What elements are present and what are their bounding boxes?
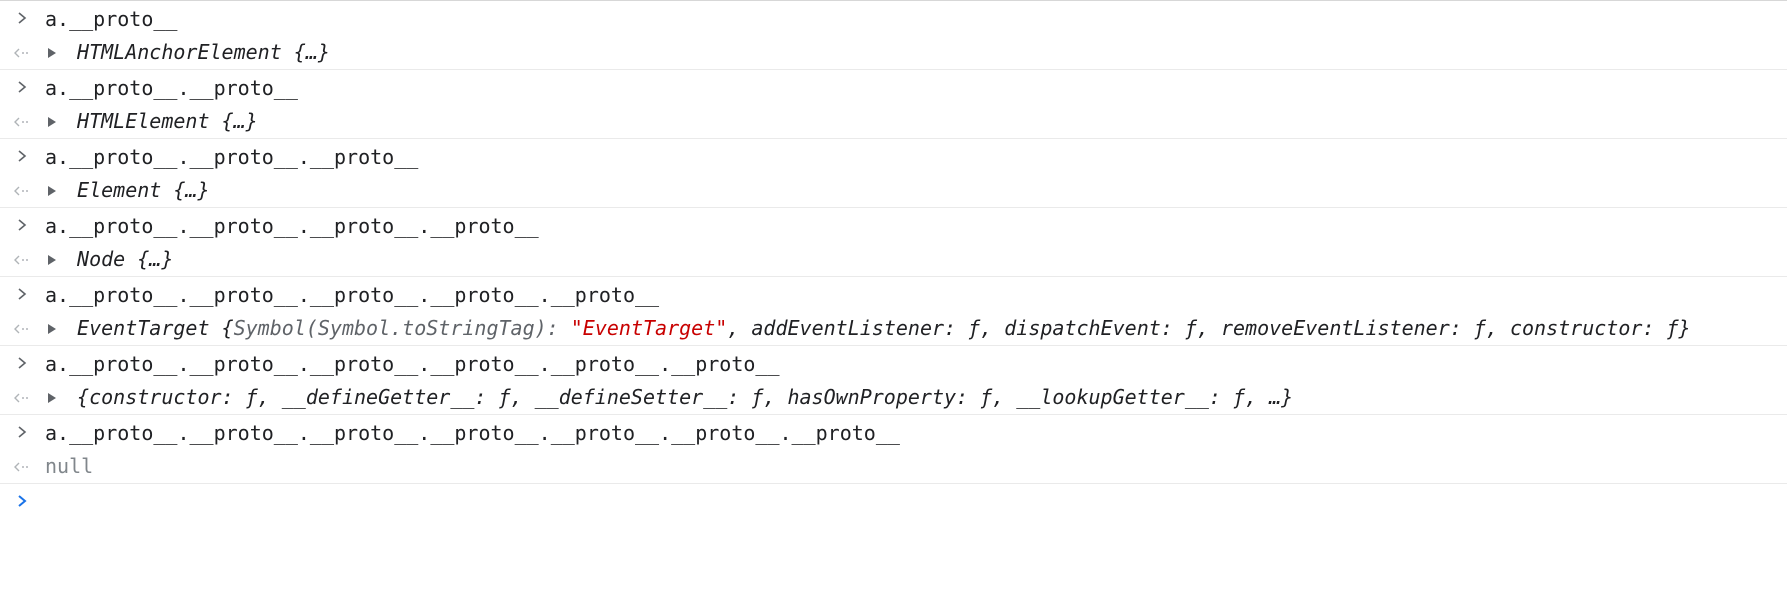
object-string-value: "EventTarget": [570, 316, 728, 340]
console-command: a.__proto__.__proto__: [45, 76, 298, 100]
console-result-line[interactable]: HTMLAnchorElement {…}: [0, 36, 1787, 69]
return-arrow-icon: [12, 450, 30, 483]
chevron-right-icon: [14, 208, 30, 241]
object-name: HTMLAnchorElement: [77, 40, 282, 64]
console-entry: a.__proto__.__proto__.__proto__ Element …: [0, 139, 1787, 208]
object-rest: , addEventListener: ƒ, dispatchEvent: ƒ,…: [727, 316, 1691, 340]
object-preview[interactable]: Element {…}: [77, 178, 209, 202]
chevron-right-icon: [14, 346, 30, 379]
object-preview[interactable]: Node {…}: [77, 247, 173, 271]
return-arrow-icon: [12, 105, 30, 138]
console-command: a.__proto__.__proto__.__proto__.__proto_…: [45, 283, 660, 307]
return-arrow-icon: [12, 36, 30, 69]
console-result-line[interactable]: HTMLElement {…}: [0, 105, 1787, 138]
object-name: EventTarget: [77, 316, 210, 340]
console-input-line: a.__proto__.__proto__.__proto__: [0, 139, 1787, 174]
object-name: Node: [77, 247, 126, 271]
console-command: a.__proto__.__proto__.__proto__.__proto_…: [45, 352, 780, 376]
console-command: a.__proto__: [45, 7, 178, 31]
console-input-line: a.__proto__.__proto__.__proto__.__proto_…: [0, 208, 1787, 243]
console-input-line: a.__proto__.__proto__.__proto__.__proto_…: [0, 415, 1787, 450]
object-preview[interactable]: EventTarget {Symbol(Symbol.toStringTag):…: [77, 316, 1691, 340]
triangle-right-icon[interactable]: [45, 313, 59, 334]
triangle-right-icon[interactable]: [45, 37, 59, 58]
console-entry: a.__proto__.__proto__ HTMLElement {…}: [0, 70, 1787, 139]
object-preview[interactable]: HTMLElement {…}: [77, 109, 258, 133]
console-result-line: null: [0, 450, 1787, 483]
object-braces: {…}: [137, 247, 174, 271]
object-braces: {…}: [293, 40, 330, 64]
console-input-line: a.__proto__.__proto__.__proto__.__proto_…: [0, 346, 1787, 381]
console-input-line: a.__proto__: [0, 1, 1787, 36]
object-preview[interactable]: {constructor: ƒ, __defineGetter__: ƒ, __…: [77, 385, 1293, 409]
chevron-right-icon: [14, 484, 30, 517]
console-entry: a.__proto__.__proto__.__proto__.__proto_…: [0, 208, 1787, 277]
console-result-line[interactable]: {constructor: ƒ, __defineGetter__: ƒ, __…: [0, 381, 1787, 414]
devtools-console: a.__proto__ HTMLAnchorElement {…} a.__pr…: [0, 0, 1787, 590]
return-arrow-icon: [12, 243, 30, 276]
chevron-right-icon: [14, 415, 30, 448]
return-arrow-icon: [12, 381, 30, 414]
object-preview[interactable]: HTMLAnchorElement {…}: [77, 40, 330, 64]
console-entry: a.__proto__.__proto__.__proto__.__proto_…: [0, 346, 1787, 415]
triangle-right-icon[interactable]: [45, 244, 59, 265]
triangle-right-icon[interactable]: [45, 175, 59, 196]
return-arrow-icon: [12, 312, 30, 345]
console-prompt-input[interactable]: [0, 484, 1787, 520]
console-result-line[interactable]: Element {…}: [0, 174, 1787, 207]
console-input-line: a.__proto__.__proto__: [0, 70, 1787, 105]
console-command: a.__proto__.__proto__.__proto__.__proto_…: [45, 421, 900, 445]
console-input-line: a.__proto__.__proto__.__proto__.__proto_…: [0, 277, 1787, 312]
object-key: Symbol(Symbol.toStringTag):: [233, 316, 571, 340]
console-result-line[interactable]: EventTarget {Symbol(Symbol.toStringTag):…: [0, 312, 1787, 345]
console-entry: a.__proto__.__proto__.__proto__.__proto_…: [0, 415, 1787, 484]
console-entry: a.__proto__.__proto__.__proto__.__proto_…: [0, 277, 1787, 346]
console-command: a.__proto__.__proto__.__proto__: [45, 145, 419, 169]
triangle-right-icon[interactable]: [45, 382, 59, 403]
chevron-right-icon: [14, 277, 30, 310]
chevron-right-icon: [14, 1, 30, 34]
chevron-right-icon: [14, 139, 30, 172]
triangle-right-icon[interactable]: [45, 106, 59, 127]
object-braces: {…}: [173, 178, 210, 202]
console-entry: a.__proto__ HTMLAnchorElement {…}: [0, 1, 1787, 70]
null-result: null: [45, 454, 94, 478]
return-arrow-icon: [12, 174, 30, 207]
console-command: a.__proto__.__proto__.__proto__.__proto_…: [45, 214, 539, 238]
object-name: HTMLElement: [77, 109, 210, 133]
object-braces: {…}: [221, 109, 258, 133]
object-name: Element: [77, 178, 162, 202]
console-result-line[interactable]: Node {…}: [0, 243, 1787, 276]
object-open-brace: {: [221, 316, 234, 340]
chevron-right-icon: [14, 70, 30, 103]
